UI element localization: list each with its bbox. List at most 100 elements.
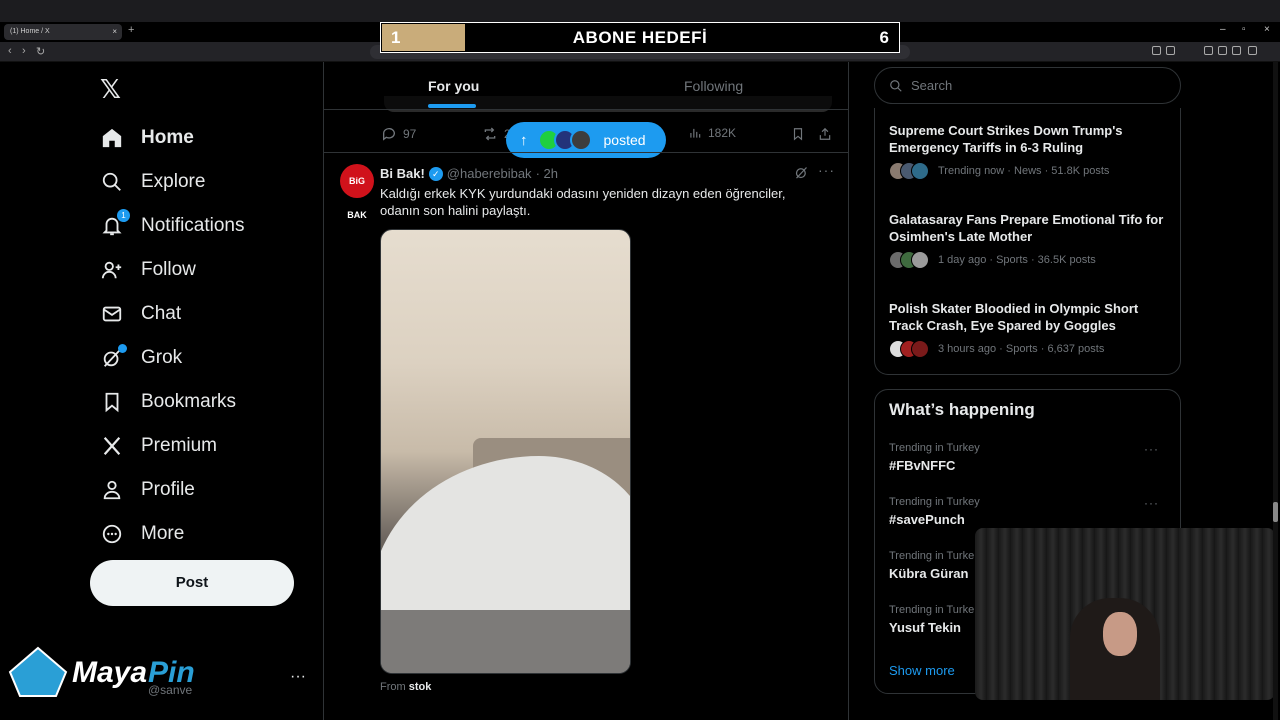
from-source[interactable]: stok <box>409 681 432 693</box>
author-handle[interactable]: @haberebibak <box>447 166 532 181</box>
nav-label: Explore <box>141 171 206 192</box>
nav-item-profile[interactable]: Profile <box>100 468 245 512</box>
nav-label: Grok <box>141 347 183 368</box>
news-meta-row: Trending now · News · 51.8K posts <box>889 162 1174 180</box>
post-divider <box>324 152 848 153</box>
news-avatars <box>889 162 929 180</box>
extension-icon[interactable] <box>1166 46 1175 55</box>
post-more-icon[interactable]: ··· <box>818 162 835 178</box>
goal-current: 1 <box>391 28 401 47</box>
svg-text:Pin: Pin <box>148 656 195 689</box>
news-meta: Trending now · News · 51.8K posts <box>938 165 1110 177</box>
trend-item[interactable]: Trending in Turkey #FBvNFFC ··· <box>889 442 1169 473</box>
maximize-button[interactable]: ▫ <box>1242 24 1246 35</box>
views-icon <box>690 128 701 138</box>
nav-item-home[interactable]: Home <box>100 116 245 160</box>
browser-tab[interactable]: (1) Home / X × <box>4 24 122 40</box>
grok-icon <box>100 344 127 370</box>
poster-avatar <box>569 129 592 151</box>
from-prefix: From <box>380 681 406 693</box>
share-icon <box>819 127 831 140</box>
trend-context: Trending in Turkey <box>889 442 980 454</box>
post-button[interactable]: Post <box>90 560 294 606</box>
news-avatars <box>889 340 929 358</box>
trend-item[interactable]: Trending in Turkey #savePunch ··· <box>889 496 1169 527</box>
nav-label: Premium <box>141 435 218 456</box>
media-shadow <box>381 610 630 673</box>
news-title: Galatasaray Fans Prepare Emotional Tifo … <box>889 212 1164 244</box>
nav-item-notifications[interactable]: 1 Notifications <box>100 204 245 248</box>
nav-item-chat[interactable]: Chat <box>100 292 245 336</box>
news-item[interactable]: Polish Skater Bloodied in Olympic Short … <box>889 300 1174 358</box>
scrollbar-thumb[interactable] <box>1273 502 1278 522</box>
news-item[interactable]: Galatasaray Fans Prepare Emotional Tifo … <box>889 211 1174 269</box>
back-button[interactable]: ‹ <box>8 45 12 57</box>
forward-button[interactable]: › <box>22 45 26 57</box>
reload-button[interactable]: ↻ <box>36 45 45 58</box>
post-time[interactable]: · 2h <box>536 166 558 181</box>
page-scrollbar[interactable] <box>1273 62 1278 720</box>
news-meta-row: 1 day ago · Sports · 36.5K posts <box>889 251 1174 269</box>
mail-icon <box>100 302 124 326</box>
tab-for-you[interactable]: For you <box>428 78 479 94</box>
trend-name: #savePunch <box>889 512 965 527</box>
arrow-up-icon: ↑ <box>520 131 528 149</box>
new-tab-button[interactable]: + <box>128 24 134 36</box>
extension-icon[interactable] <box>1218 46 1227 55</box>
search-icon <box>890 79 902 92</box>
nav-item-more[interactable]: More <box>100 512 245 556</box>
verified-badge-icon: ✓ <box>428 166 443 181</box>
post-text: Kaldığı erkek KYK yurdundaki odasını yen… <box>380 186 786 218</box>
goal-title: ABONE HEDEFİ <box>572 28 708 47</box>
video-source: From stok <box>380 681 431 693</box>
reply-count: 97 <box>403 127 417 141</box>
nav-item-bookmarks[interactable]: Bookmarks <box>100 380 245 424</box>
author-name[interactable]: Bi Bak! <box>380 166 425 181</box>
nav-label: Home <box>141 127 194 148</box>
news-item[interactable]: Supreme Court Strikes Down Trump's Emerg… <box>889 122 1174 180</box>
repost-icon <box>484 127 496 141</box>
bookmark-action[interactable] <box>791 126 805 142</box>
trend-more-icon[interactable]: ··· <box>1144 442 1159 456</box>
news-meta: 3 hours ago · Sports · 6,637 posts <box>938 343 1105 355</box>
nav-label: Notifications <box>141 215 245 236</box>
webcam-overlay <box>975 528 1275 700</box>
primary-nav: Home Explore 1 Notifications Follow Chat… <box>100 116 245 556</box>
tab-following[interactable]: Following <box>684 78 743 94</box>
extension-icon[interactable] <box>1248 46 1257 55</box>
reply-action[interactable]: 97 <box>381 126 416 142</box>
nav-item-follow[interactable]: Follow <box>100 248 245 292</box>
nav-item-premium[interactable]: Premium <box>100 424 245 468</box>
more-circle-icon <box>100 522 124 546</box>
tab-close-icon[interactable]: × <box>112 27 117 36</box>
extension-icon[interactable] <box>1204 46 1213 55</box>
channel-logo-watermark: Maya Pin <box>8 646 195 697</box>
x-logo[interactable]: 𝕏 <box>100 74 121 105</box>
nav-label: Chat <box>141 303 182 324</box>
bookmark-icon <box>793 128 803 141</box>
extension-icon[interactable] <box>1232 46 1241 55</box>
trend-more-icon[interactable]: ··· <box>1144 496 1159 510</box>
search-input[interactable]: Search <box>874 67 1181 104</box>
close-window-button[interactable]: × <box>1264 24 1270 35</box>
minimize-button[interactable]: – <box>1220 24 1226 35</box>
author-avatar[interactable]: BiG BAK <box>340 164 374 220</box>
nav-label: More <box>141 523 185 544</box>
news-title: Polish Skater Bloodied in Olympic Short … <box>889 301 1139 333</box>
account-more-icon[interactable]: ··· <box>290 668 306 686</box>
news-title: Supreme Court Strikes Down Trump's Emerg… <box>889 123 1123 155</box>
share-action[interactable] <box>818 126 832 142</box>
follow-icon <box>100 258 124 282</box>
grok-explain-icon[interactable] <box>794 165 809 183</box>
views-action[interactable]: 182K <box>688 126 736 140</box>
nav-item-grok[interactable]: Grok <box>100 336 245 380</box>
extension-icon[interactable] <box>1152 46 1161 55</box>
bell-icon: 1 <box>100 209 130 238</box>
post-video[interactable] <box>380 229 631 674</box>
webcam-face <box>1103 612 1137 656</box>
news-meta-row: 3 hours ago · Sports · 6,637 posts <box>889 340 1174 358</box>
show-more-link[interactable]: Show more <box>889 663 955 678</box>
bookmark-icon <box>100 390 124 414</box>
nav-item-explore[interactable]: Explore <box>100 160 245 204</box>
nav-label: Bookmarks <box>141 391 237 412</box>
